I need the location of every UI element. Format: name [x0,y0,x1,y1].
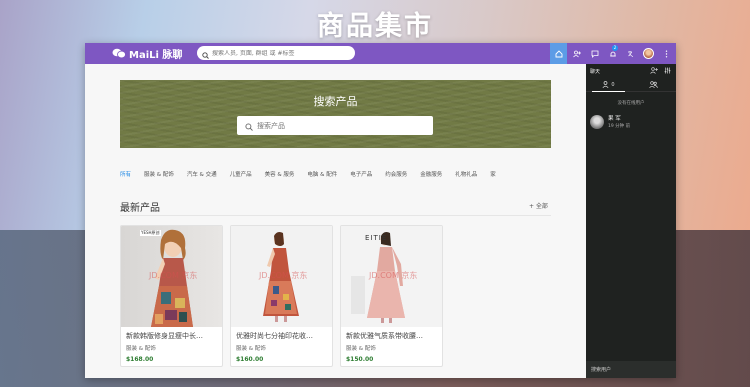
chat-header: 聊天 [586,64,676,78]
chat-bubbles-icon [112,48,126,59]
topbar-icons: 2 [550,43,676,64]
banner-title: 商品集市 [317,11,433,42]
product-card[interactable]: JD.COM 京东 优雅时尚七分袖印花收… 服装 & 配饰 $160.00 [230,225,333,367]
product-price: $150.00 [346,356,374,363]
category-tab[interactable]: 美容 & 服务 [265,170,295,178]
user-icon [602,81,609,88]
language-button[interactable] [622,43,639,64]
product-card[interactable]: EITIE JD.COM 京东 新款优雅气质系带收腰… 服装 & 配饰 $150… [340,225,443,367]
chat-user-last-seen: 19 分钟 前 [608,124,631,129]
product-search-box[interactable] [237,116,433,135]
search-icon [202,44,209,63]
product-image[interactable]: YESH原创 JD.COM 京东 [121,226,222,327]
market-main: 搜索产品 所有 服装 & 配饰 汽车 & 交通 儿童产品 美容 & 服务 电脑 … [85,64,586,378]
product-name[interactable]: 新款优雅气质系带收腰… [346,331,437,341]
global-search-input[interactable] [212,49,342,57]
add-friend-button[interactable] [568,43,585,64]
product-search-hero: 搜索产品 [120,80,551,148]
chat-title: 聊天 [590,68,601,75]
more-menu-button[interactable] [658,43,675,64]
avatar [643,48,654,59]
translate-icon [627,50,633,57]
divider [120,215,551,216]
home-button[interactable] [550,43,567,64]
product-name[interactable]: 新款韩版修身显瘦中长… [126,331,217,341]
category-tab[interactable]: 儿童产品 [230,170,252,178]
chat-tabs: 0 [586,78,676,92]
tab-groups[interactable] [631,78,676,91]
product-price: $168.00 [126,356,154,363]
brand-label: EITIE [365,234,388,242]
no-online-users-text: 没有在线用户 [617,101,645,106]
category-tab[interactable]: 电子产品 [350,170,372,178]
category-tab[interactable]: 汽车 & 交通 [187,170,217,178]
avatar [590,114,604,129]
chat-sidebar: 聊天 0 没有在线用户 果 军 19 分钟 前 搜索用户 [586,64,676,378]
search-icon [245,116,253,135]
watermark: JD.COM 京东 [259,271,308,280]
notifications-button[interactable]: 2 [604,43,621,64]
notification-badge: 2 [612,45,618,51]
group-icon [649,81,658,88]
online-count: 0 [611,81,615,88]
latest-products-title: 最新产品 [120,203,160,214]
category-tab[interactable]: 约会服务 [385,170,407,178]
messages-button[interactable] [586,43,603,64]
product-image[interactable]: EITIE JD.COM 京东 [341,226,442,327]
product-image[interactable]: JD.COM 京东 [231,226,332,327]
tab-online-users[interactable]: 0 [586,78,631,92]
category-tab[interactable]: 金融服务 [420,170,442,178]
more-vertical-icon [665,50,668,57]
add-user-icon[interactable] [650,67,658,76]
add-user-icon [572,50,581,57]
global-search[interactable] [197,46,355,60]
category-tab[interactable]: 电脑 & 配件 [307,170,337,178]
top-navbar: MaiLi 脉聊 2 [85,43,676,64]
category-tab[interactable]: 家 [490,170,496,178]
search-users-field[interactable]: 搜索用户 [586,361,676,378]
watermark: JD.COM 京东 [369,271,418,280]
chat-user-item[interactable]: 果 军 19 分钟 前 [590,114,676,129]
product-price: $160.00 [236,356,264,363]
category-tab[interactable]: 服装 & 配饰 [144,170,174,178]
product-card[interactable]: YESH原创 JD.COM 京东 新款韩版修身显瘦中长… 服装 & 配饰 $16… [120,225,223,367]
category-tab[interactable]: 礼物礼品 [455,170,477,178]
user-avatar-button[interactable] [640,43,657,64]
category-tabs: 所有 服装 & 配饰 汽车 & 交通 儿童产品 美容 & 服务 电脑 & 配件 … [120,170,509,178]
settings-sliders-icon[interactable] [664,67,671,76]
product-category: 服装 & 配饰 [346,346,376,352]
product-name[interactable]: 优雅时尚七分袖印花收… [236,331,327,341]
chat-user-name: 果 军 [608,116,621,122]
hero-title: 搜索产品 [313,95,358,108]
watermark: JD.COM 京东 [149,271,198,280]
category-tab[interactable]: 所有 [120,170,131,178]
home-icon [555,49,562,57]
app-logo[interactable]: MaiLi 脉聊 [112,46,182,61]
product-category: 服装 & 配饰 [236,346,266,352]
app-logo-text: MaiLi 脉聊 [129,50,183,61]
product-search-input[interactable] [257,121,353,130]
view-all-link[interactable]: + 全部 [529,201,548,210]
product-category: 服装 & 配饰 [126,346,156,352]
message-icon [591,50,598,58]
app-window: MaiLi 脉聊 2 [85,43,676,378]
brand-tag: YESH原创 [140,230,161,236]
